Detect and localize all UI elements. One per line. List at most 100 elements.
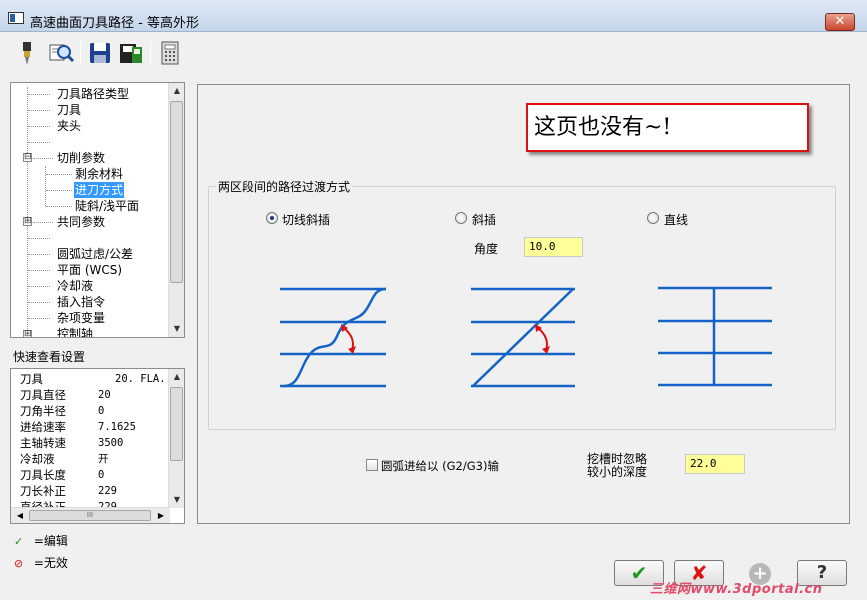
calculator-icon[interactable] xyxy=(157,40,183,66)
quick-key: 进给速率 xyxy=(20,420,66,434)
invalid-icon: ⊘ xyxy=(14,557,24,570)
quick-value: 3500 xyxy=(98,437,124,449)
quick-key: 刀具直径 xyxy=(20,388,66,402)
expand-icon[interactable]: ⊞ xyxy=(23,330,32,337)
tree-item-insert-code[interactable]: 插入指令 xyxy=(57,294,105,310)
tree-connector xyxy=(28,94,50,95)
window-title: 高速曲面刀具路径 - 等高外形 xyxy=(30,16,199,31)
quick-value: 0 xyxy=(98,405,105,417)
tree-item-arc-filter[interactable]: 圆弧过虑/公差 xyxy=(57,246,133,262)
tree-item-misc-values[interactable]: 杂项变量 xyxy=(57,310,105,326)
check-icon: ✓ xyxy=(14,535,24,548)
tree-connector xyxy=(46,190,72,191)
toolbar-separator xyxy=(80,41,81,65)
tree-connector xyxy=(28,286,50,287)
tree-connector xyxy=(28,270,50,271)
ramp-diagram xyxy=(471,287,575,388)
radio-straight-label[interactable]: 直线 xyxy=(664,211,688,228)
arc-feed-label[interactable]: 圆弧进给以 (G2/G3)输 xyxy=(381,458,499,474)
tree-connector xyxy=(28,142,50,143)
collapse-icon[interactable]: ⊟ xyxy=(23,153,32,162)
scroll-down-icon[interactable]: ▼ xyxy=(169,492,184,508)
transition-group-title: 两区段间的路径过渡方式 xyxy=(216,178,353,195)
tree-item-common-params[interactable]: 共同参数 xyxy=(57,214,105,230)
tree-item-coolant[interactable]: 冷却液 xyxy=(57,278,93,294)
radio-straight[interactable] xyxy=(647,212,659,224)
scroll-right-icon[interactable]: ▶ xyxy=(154,508,168,523)
scroll-down-icon[interactable]: ▼ xyxy=(169,321,184,337)
quick-value: 229 xyxy=(98,485,117,497)
legend-invalid: ⊘ =无效 xyxy=(14,554,68,571)
tree-item-entry-method[interactable]: 进刀方式 xyxy=(74,182,125,198)
legend-edit-label: =编辑 xyxy=(33,534,68,548)
tree-connector xyxy=(46,206,72,207)
quick-value: 开 xyxy=(98,453,109,465)
tree-connector xyxy=(33,158,53,159)
straight-diagram xyxy=(658,286,772,387)
app-icon xyxy=(8,12,24,24)
scroll-up-icon[interactable]: ▲ xyxy=(169,369,184,385)
save-library-icon[interactable] xyxy=(118,40,144,66)
tree-connector xyxy=(28,126,50,127)
quick-key: 刀长补正 xyxy=(20,484,66,498)
zoom-preview-icon[interactable] xyxy=(48,40,75,66)
angle-label: 角度 xyxy=(474,242,499,256)
tree-item-tool[interactable]: 刀具 xyxy=(57,102,81,118)
tree-item-rest-material[interactable]: 剩余材料 xyxy=(75,166,123,182)
radio-tangent-ramp-label[interactable]: 切线斜插 xyxy=(282,211,330,228)
tree-scrollbar[interactable]: ▲ ▼ xyxy=(168,83,184,337)
callout-note: 这页也没有~! xyxy=(526,103,809,152)
toolbar xyxy=(0,33,867,73)
tree-connector xyxy=(28,318,50,319)
tree-item-plane-wcs[interactable]: 平面 (WCS) xyxy=(57,262,122,278)
radio-ramp[interactable] xyxy=(455,212,467,224)
tool-holder-icon[interactable] xyxy=(14,40,40,66)
tree-connector xyxy=(46,174,72,175)
title-bar: 高速曲面刀具路径 - 等高外形 ✕ xyxy=(0,0,867,32)
scroll-thumb[interactable]: III xyxy=(29,510,151,521)
tree-item-cut-params[interactable]: 切削参数 xyxy=(57,150,105,166)
tree-connector xyxy=(28,110,50,111)
radio-tangent-ramp[interactable] xyxy=(266,212,278,224)
toolbar-separator xyxy=(150,41,151,65)
tree-guide xyxy=(27,87,28,331)
parameter-tree: 刀具路径类型 刀具 夹头 ⊟ 切削参数 剩余材料 进刀方式 陡斜/浅平面 ⊞ 共… xyxy=(10,82,185,338)
scroll-left-icon[interactable]: ◀ xyxy=(13,508,27,523)
save-icon[interactable] xyxy=(87,40,113,66)
legend-edit: ✓ =编辑 xyxy=(14,532,68,549)
scroll-thumb[interactable] xyxy=(170,101,183,283)
slot-depth-input[interactable]: 22.0 xyxy=(685,454,745,474)
tree-item-axis-control[interactable]: 控制轴 xyxy=(57,326,93,337)
close-button[interactable]: ✕ xyxy=(825,13,855,31)
quick-key: 刀角半径 xyxy=(20,404,66,418)
quick-key: 刀具长度 xyxy=(20,468,66,482)
tree-connector xyxy=(33,222,53,223)
tree-guide xyxy=(45,166,46,206)
quick-value: 7.1625 xyxy=(98,421,136,433)
quick-settings-title: 快速查看设置 xyxy=(13,350,86,364)
radio-ramp-label[interactable]: 斜插 xyxy=(472,211,496,228)
quick-key: 主轴转速 xyxy=(20,436,66,450)
tree-item-holder[interactable]: 夹头 xyxy=(57,118,81,134)
quick-hscrollbar[interactable]: ◀ III ▶ xyxy=(11,507,170,523)
quick-key: 冷却液 xyxy=(20,452,55,466)
quick-key: 刀具 xyxy=(20,372,43,386)
tree-connector xyxy=(28,302,50,303)
slot-depth-label: 挖槽时忽略 较小的深度 xyxy=(587,453,647,479)
tree-item-steep-shallow[interactable]: 陡斜/浅平面 xyxy=(75,198,139,214)
quick-value: 20 xyxy=(98,389,111,401)
scroll-up-icon[interactable]: ▲ xyxy=(169,83,184,99)
quick-settings-list: 刀具 20. FLA... 刀具直径 20 刀角半径 0 进给速率 7.1625… xyxy=(10,368,185,524)
quick-value: 0 xyxy=(98,469,105,481)
angle-input[interactable]: 10.0 xyxy=(524,237,583,257)
watermark: 三维网www.3dportal.cn xyxy=(650,582,823,597)
arc-feed-checkbox[interactable] xyxy=(366,459,378,471)
quick-scrollbar[interactable]: ▲ ▼ xyxy=(168,369,184,508)
expand-icon[interactable]: ⊞ xyxy=(23,217,32,226)
tree-connector xyxy=(28,238,50,239)
tree-item-toolpath-type[interactable]: 刀具路径类型 xyxy=(57,86,129,102)
tree-connector xyxy=(28,254,50,255)
scroll-thumb[interactable] xyxy=(170,387,183,461)
legend-invalid-label: =无效 xyxy=(33,556,68,570)
slot-depth-label-line2: 较小的深度 xyxy=(587,465,648,479)
